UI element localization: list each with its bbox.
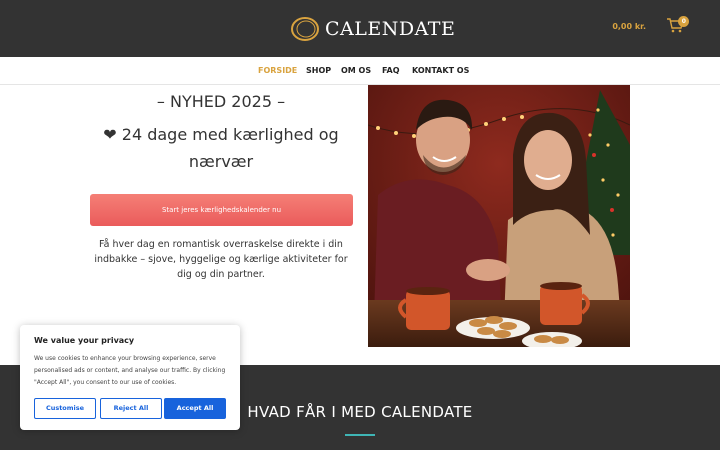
logo-ring-icon — [291, 17, 319, 41]
logo-text: CALENDATE — [325, 18, 456, 40]
hero-subtitle: ❤ 24 dage med kærlighed og nærvær — [103, 125, 339, 171]
nav-item-faq[interactable]: FAQ — [382, 66, 400, 75]
reject-all-button[interactable]: Reject All — [100, 398, 162, 419]
nav-item-kontakt-os[interactable]: KONTAKT OS — [412, 66, 469, 75]
main-navigation: FORSIDE SHOP OM OS FAQ KONTAKT OS — [0, 57, 720, 85]
start-calendar-button[interactable]: Start jeres kærlighedskalender nu — [90, 194, 353, 226]
customise-button[interactable]: Customise — [34, 398, 96, 419]
cookie-title: We value your privacy — [34, 336, 135, 345]
nav-item-forside[interactable]: FORSIDE — [258, 66, 297, 75]
nav-item-shop[interactable]: SHOP — [306, 66, 331, 75]
cart-amount: 0,00 kr. — [612, 22, 646, 31]
cookie-text: We use cookies to enhance your browsing … — [34, 355, 226, 386]
hero-title: – NYHED 2025 – — [156, 92, 286, 111]
cookie-consent-banner: We value your privacy We use cookies to … — [20, 325, 240, 430]
cart-button[interactable]: 0,00 kr. 0 — [612, 16, 690, 33]
nav-item-om-os[interactable]: OM OS — [341, 66, 371, 75]
site-header: CALENDATE 0,00 kr. 0 — [0, 0, 720, 57]
hero-description: Få hver dag en romantisk overraskelse di… — [94, 239, 348, 280]
section-divider — [345, 434, 375, 436]
site-logo[interactable]: CALENDATE — [290, 14, 455, 44]
accept-all-button[interactable]: Accept All — [164, 398, 226, 419]
hero-couple-image — [368, 85, 630, 347]
cart-count-badge: 0 — [678, 16, 690, 27]
